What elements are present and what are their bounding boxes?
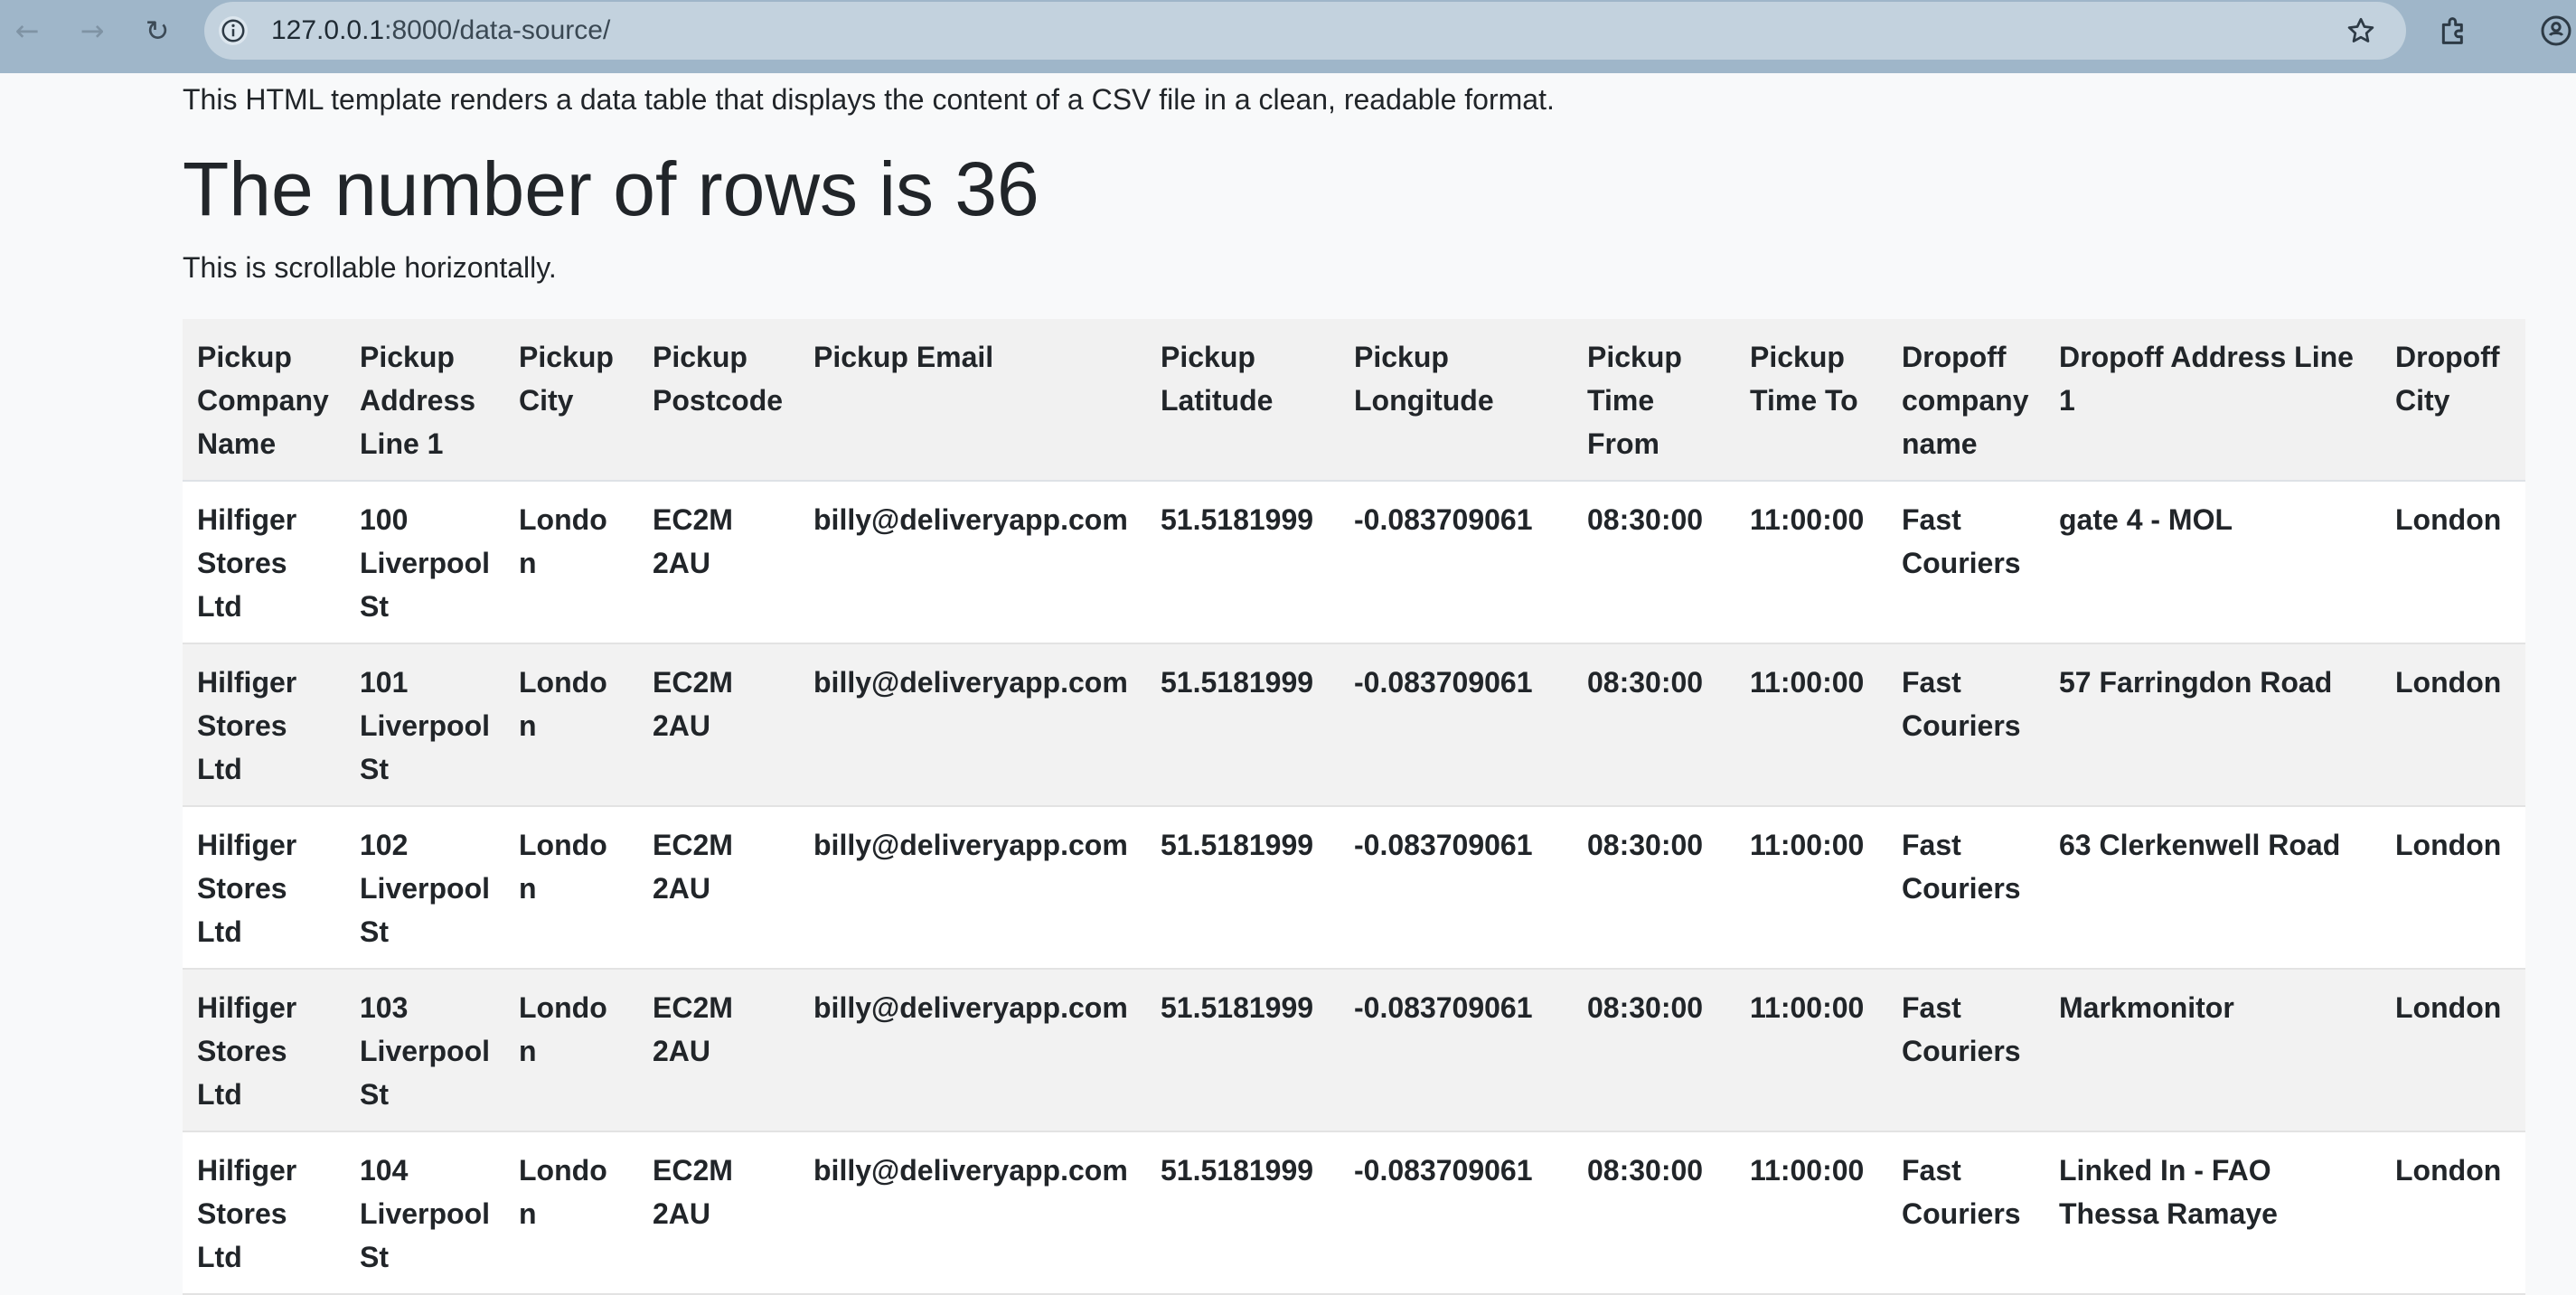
intro-text: This HTML template renders a data table … <box>183 83 1555 116</box>
table-cell: Fast Couriers <box>1902 1154 2021 1230</box>
column-header: Dropoff company name <box>1902 341 2029 460</box>
table-cell: EC2M 2AU <box>653 666 733 742</box>
table-cell: 08:30:00 <box>1587 503 1704 536</box>
column-header: Dropoff Address Line 1 <box>2059 341 2354 417</box>
column-header: Pickup Company Name <box>197 341 329 460</box>
table-cell: -0.083709061 <box>1354 829 1533 861</box>
table-cell: billy@deliveryapp.com <box>813 1154 1128 1187</box>
table-cell: 51.5181999 <box>1161 503 1314 536</box>
table-cell: 11:00:00 <box>1750 991 1865 1024</box>
table-row: Hilfiger Stores Ltd 104 Liverpool St Lon… <box>183 1131 2525 1294</box>
url-host: 127.0.0.1 <box>271 15 385 45</box>
table-cell: 11:00:00 <box>1750 666 1865 699</box>
table-cell: 100 Liverpool St <box>360 503 491 623</box>
table-cell: Hilfiger Stores Ltd <box>197 1154 297 1273</box>
table-cell: 51.5181999 <box>1161 829 1314 861</box>
table-cell: 102 Liverpool St <box>360 829 491 948</box>
table-cell: London <box>519 829 607 905</box>
table-cell: 11:00:00 <box>1750 829 1865 861</box>
table-cell: 51.5181999 <box>1161 1154 1314 1187</box>
extensions-icon[interactable] <box>2436 13 2472 49</box>
url-path: :8000/data-source/ <box>384 15 611 45</box>
table-cell: 104 Liverpool St <box>360 1154 491 1273</box>
url-text[interactable]: 127.0.0.1:8000/data-source/ <box>271 14 610 47</box>
data-table: Pickup Company Name Pickup Address Line … <box>183 319 2525 1295</box>
column-header: Pickup Time From <box>1587 341 1682 460</box>
table-cell: London <box>2395 1154 2502 1187</box>
column-header: Pickup City <box>519 341 614 417</box>
table-cell: EC2M 2AU <box>653 991 733 1067</box>
address-bar[interactable]: 127.0.0.1:8000/data-source/ <box>204 2 2406 60</box>
table-cell: billy@deliveryapp.com <box>813 829 1128 861</box>
table-cell: London <box>519 991 607 1067</box>
column-header: Dropoff City <box>2395 341 2500 417</box>
table-cell: 08:30:00 <box>1587 1154 1704 1187</box>
table-cell: Linked In - FAO Thessa Ramaye <box>2059 1154 2278 1230</box>
table-cell: EC2M 2AU <box>653 829 733 905</box>
table-cell: London <box>519 666 607 742</box>
table-cell: 101 Liverpool St <box>360 666 491 785</box>
table-cell: -0.083709061 <box>1354 1154 1533 1187</box>
table-cell: -0.083709061 <box>1354 503 1533 536</box>
table-cell: Hilfiger Stores Ltd <box>197 829 297 948</box>
column-header: Pickup Time To <box>1750 341 1858 417</box>
table-row: Hilfiger Stores Ltd 101 Liverpool St Lon… <box>183 643 2525 806</box>
table-cell: 11:00:00 <box>1750 1154 1865 1187</box>
table-cell: 11:00:00 <box>1750 503 1865 536</box>
column-header: Pickup Email <box>813 341 994 373</box>
back-icon[interactable]: ← <box>11 13 43 49</box>
table-cell: London <box>2395 666 2502 699</box>
table-cell: gate 4 - MOL <box>2059 503 2233 536</box>
table-cell: 08:30:00 <box>1587 991 1704 1024</box>
table-cell: London <box>2395 829 2502 861</box>
table-cell: billy@deliveryapp.com <box>813 666 1128 699</box>
table-cell: Fast Couriers <box>1902 666 2021 742</box>
table-cell: 103 Liverpool St <box>360 991 491 1111</box>
profile-icon[interactable] <box>2538 13 2574 49</box>
table-cell: billy@deliveryapp.com <box>813 503 1128 536</box>
table-cell: Hilfiger Stores Ltd <box>197 666 297 785</box>
bookmark-star-icon[interactable] <box>2345 14 2377 47</box>
table-cell: Fast Couriers <box>1902 991 2021 1067</box>
table-cell: -0.083709061 <box>1354 666 1533 699</box>
table-row: Hilfiger Stores Ltd 103 Liverpool St Lon… <box>183 969 2525 1131</box>
site-info-icon[interactable] <box>219 16 248 45</box>
table-header-row: Pickup Company Name Pickup Address Line … <box>183 319 2525 481</box>
forward-icon[interactable]: → <box>76 13 108 49</box>
table-cell: billy@deliveryapp.com <box>813 991 1128 1024</box>
table-cell: -0.083709061 <box>1354 991 1533 1024</box>
browser-toolbar: ← → ↻ 127.0.0.1:8000/data-source/ <box>0 0 2576 73</box>
table-row: Hilfiger Stores Ltd 102 Liverpool St Lon… <box>183 806 2525 969</box>
column-header: Pickup Latitude <box>1161 341 1274 417</box>
column-header: Pickup Address Line 1 <box>360 341 476 460</box>
table-cell: 51.5181999 <box>1161 666 1314 699</box>
table-row: Hilfiger Stores Ltd 100 Liverpool St Lon… <box>183 481 2525 643</box>
table-cell: 51.5181999 <box>1161 991 1314 1024</box>
table-cell: London <box>519 503 607 579</box>
column-header: Pickup Longitude <box>1354 341 1494 417</box>
table-cell: 08:30:00 <box>1587 829 1704 861</box>
page-title: The number of rows is 36 <box>183 146 1039 231</box>
scroll-note: This is scrollable horizontally. <box>183 251 557 284</box>
table-cell: Fast Couriers <box>1902 829 2021 905</box>
table-cell: Hilfiger Stores Ltd <box>197 991 297 1111</box>
table-cell: Hilfiger Stores Ltd <box>197 503 297 623</box>
table-cell: London <box>2395 991 2502 1024</box>
table-cell: Markmonitor <box>2059 991 2234 1024</box>
table-cell: EC2M 2AU <box>653 503 733 579</box>
table-cell: 08:30:00 <box>1587 666 1704 699</box>
column-header: Pickup Postcode <box>653 341 784 417</box>
table-cell: London <box>519 1154 607 1230</box>
table-cell: 57 Farringdon Road <box>2059 666 2333 699</box>
reload-icon[interactable]: ↻ <box>141 13 174 49</box>
data-table-container[interactable]: Pickup Company Name Pickup Address Line … <box>183 319 2525 1295</box>
table-cell: 63 Clerkenwell Road <box>2059 829 2341 861</box>
table-cell: EC2M 2AU <box>653 1154 733 1230</box>
page-content: This HTML template renders a data table … <box>183 73 2533 1294</box>
table-cell: London <box>2395 503 2502 536</box>
table-cell: Fast Couriers <box>1902 503 2021 579</box>
